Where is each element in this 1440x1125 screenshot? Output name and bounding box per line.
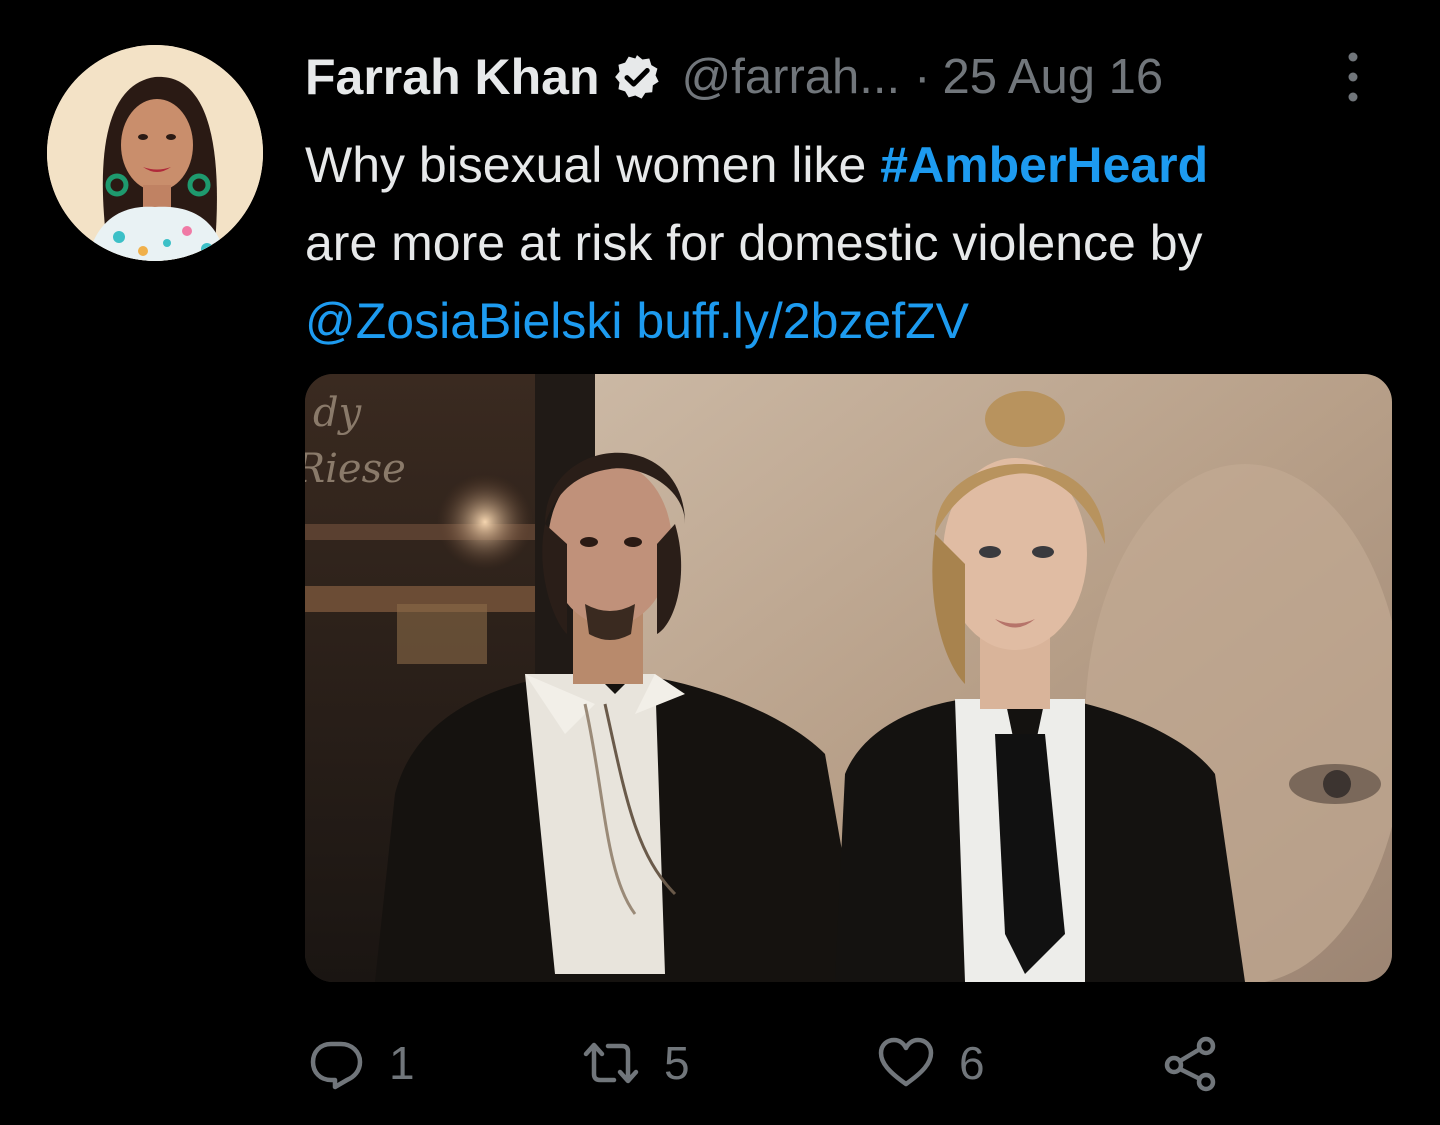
tweet-text-line-2: are more at risk for domestic violence b…: [305, 215, 1203, 271]
avatar-photo: [47, 45, 263, 261]
hashtag-link[interactable]: #AmberHeard: [880, 137, 1208, 193]
tweet-text: Why bisexual women like #AmberHeard are …: [305, 126, 1405, 360]
share-icon: [1160, 1032, 1222, 1094]
header-separator: ·: [914, 50, 931, 104]
like-button[interactable]: 6: [875, 1028, 985, 1098]
more-vertical-icon[interactable]: [1338, 48, 1368, 106]
reply-icon: [305, 1032, 367, 1094]
tweet-header: Farrah Khan @farrah... · 25 Aug 16: [305, 46, 1395, 108]
tweet-media-photo[interactable]: dy Riese: [305, 374, 1392, 982]
retweet-icon: [580, 1032, 642, 1094]
avatar[interactable]: [47, 45, 263, 261]
author-handle[interactable]: @farrah...: [682, 49, 901, 105]
reply-button[interactable]: 1: [305, 1028, 415, 1098]
reply-count: 1: [389, 1037, 415, 1089]
heart-icon: [875, 1032, 937, 1094]
tweet-actions: 1 5 6: [305, 1028, 1395, 1098]
retweet-count: 5: [664, 1037, 690, 1089]
share-button[interactable]: [1160, 1028, 1222, 1098]
mention-link[interactable]: @ZosiaBielski: [305, 293, 623, 349]
url-link[interactable]: buff.ly/2bzefZV: [636, 293, 969, 349]
author-name[interactable]: Farrah Khan: [305, 48, 600, 106]
retweet-button[interactable]: 5: [580, 1028, 690, 1098]
like-count: 6: [959, 1037, 985, 1089]
backdrop-text-2: Riese: [305, 446, 406, 492]
tweet-text-plain: Why bisexual women like: [305, 137, 881, 193]
tweet-date[interactable]: 25 Aug 16: [942, 49, 1163, 105]
tweet-text-line-1: Why bisexual women like #AmberHeard: [305, 126, 1405, 204]
tweet[interactable]: Farrah Khan @farrah... · 25 Aug 16 Why b…: [0, 0, 1440, 1125]
tweet-text-line-3: @ZosiaBielski buff.ly/2bzefZV: [305, 282, 1405, 360]
backdrop-text-1: dy: [313, 390, 363, 436]
verified-badge-icon: [612, 52, 662, 102]
